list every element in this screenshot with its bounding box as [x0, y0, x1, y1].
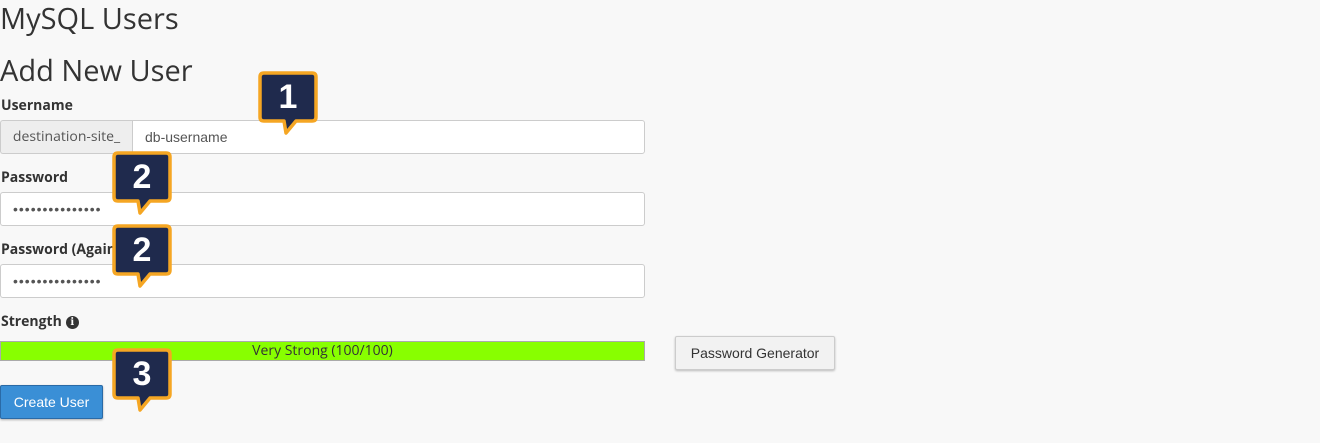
callout-badge-1: 1	[258, 71, 318, 137]
create-user-button[interactable]: Create User	[0, 385, 103, 419]
callout-badge-3: 3	[112, 348, 172, 414]
username-input-group: destination-site_	[0, 120, 645, 154]
callout-number: 3	[132, 355, 152, 393]
username-label: Username	[1, 96, 73, 115]
callout-number: 2	[132, 158, 152, 196]
callout-number: 1	[278, 78, 298, 116]
callout-badge-2a: 2	[112, 151, 172, 217]
page-title: MySQL Users	[0, 0, 179, 38]
username-input[interactable]	[132, 120, 645, 154]
section-title: Add New User	[0, 51, 193, 90]
strength-label: Strength	[1, 312, 62, 331]
info-icon[interactable]: i	[65, 316, 79, 329]
password-again-input[interactable]	[0, 264, 645, 298]
callout-badge-2b: 2	[112, 224, 172, 290]
strength-meter-text: Very Strong (100/100)	[252, 341, 393, 360]
password-input[interactable]	[0, 192, 645, 226]
password-label: Password	[1, 168, 69, 187]
username-prefix: destination-site_	[0, 120, 132, 154]
password-again-label: Password (Again	[1, 240, 116, 259]
strength-meter: Very Strong (100/100)	[0, 341, 645, 361]
strength-label-row: Strength i	[1, 313, 79, 331]
callout-number: 2	[132, 231, 152, 269]
password-generator-button[interactable]: Password Generator	[675, 336, 835, 370]
